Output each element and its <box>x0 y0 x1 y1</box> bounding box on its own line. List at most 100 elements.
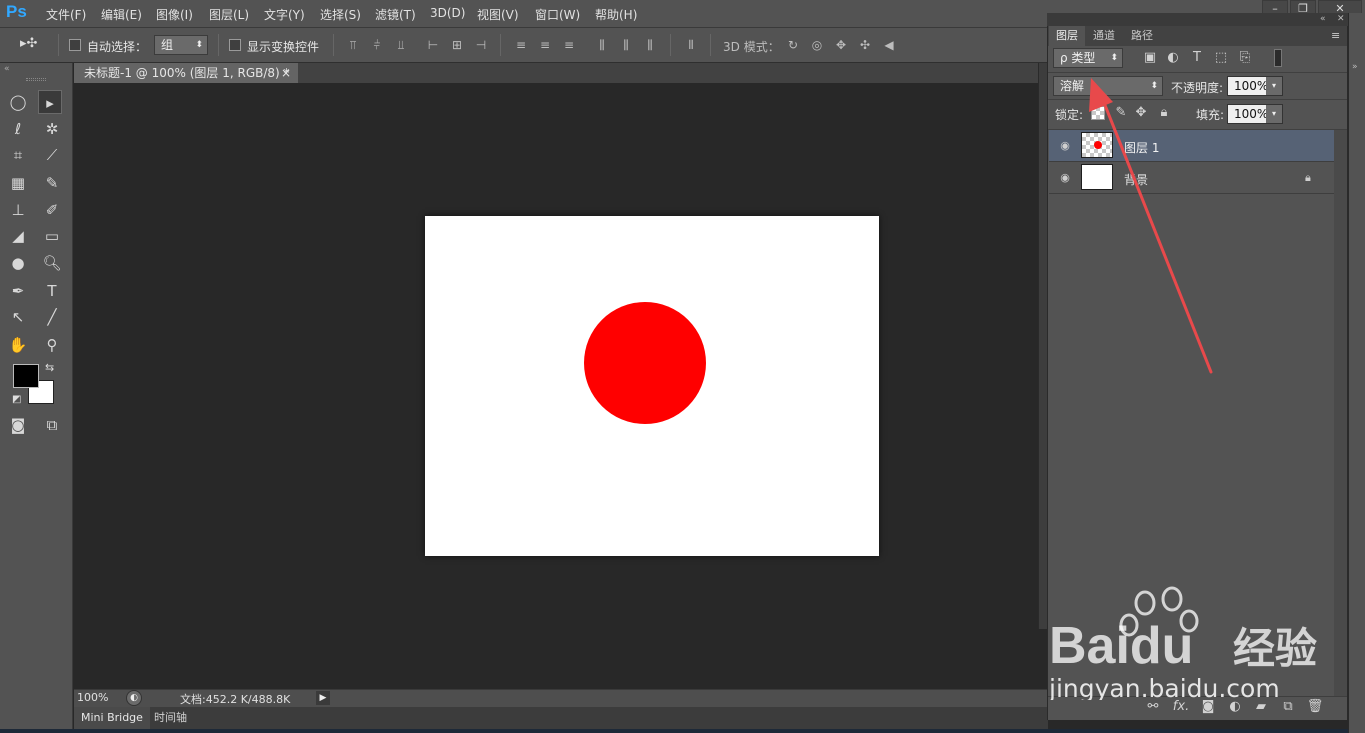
link-icon[interactable]: ⚯ <box>1144 698 1162 716</box>
swap-colors-icon[interactable]: ⇆ <box>45 361 54 374</box>
collapse-chevron-icon[interactable]: « <box>4 64 10 74</box>
filter-kind-dropdown[interactable]: ρ 类型 ⬍ <box>1053 48 1123 68</box>
history-brush-tool-icon[interactable]: ✐ <box>40 198 64 222</box>
distribute-vcenter-icon[interactable]: ≡ <box>537 37 553 53</box>
foreground-color-swatch[interactable] <box>13 364 39 388</box>
divider <box>710 34 711 56</box>
brush-tool-icon[interactable]: ✎ <box>40 171 64 195</box>
align-bottom-icon[interactable]: ⫫ <box>393 37 409 53</box>
new-layer-icon[interactable]: ⧉ <box>1279 698 1297 716</box>
fx-icon[interactable]: fx. <box>1172 698 1190 716</box>
visibility-eye-icon[interactable]: ◉ <box>1058 140 1072 151</box>
align-left-icon[interactable]: ⊢ <box>425 37 441 53</box>
auto-align-icon[interactable]: ⫴ <box>683 37 699 53</box>
filter-smart-object-icon[interactable]: ⎘ <box>1236 49 1254 67</box>
eraser-tool-icon[interactable]: ◢ <box>6 224 30 248</box>
distribute-hcenter-icon[interactable]: ⫼ <box>618 37 634 53</box>
blur-tool-icon[interactable]: ● <box>6 251 30 275</box>
3d-roll-icon[interactable]: ◎ <box>809 37 825 53</box>
panel-header[interactable] <box>1047 13 1348 26</box>
auto-select-target-dropdown[interactable]: 组 ⬍ <box>154 35 208 55</box>
3d-drag-icon[interactable]: ✥ <box>833 37 849 53</box>
gradient-tool-icon[interactable]: ▭ <box>40 224 64 248</box>
menu-window[interactable]: 窗口(W) <box>535 6 580 23</box>
zoom-level[interactable]: 100% <box>77 691 108 704</box>
trash-icon[interactable]: 🗑︎ <box>1306 698 1324 716</box>
healing-brush-tool-icon[interactable]: ▦ <box>6 171 30 195</box>
adjustment-icon[interactable]: ◐ <box>1226 698 1244 716</box>
panel-collapse-icon[interactable]: « <box>1320 14 1326 24</box>
panel-menu-icon[interactable]: ≡ <box>1331 29 1340 42</box>
fill-value: 100% <box>1234 107 1269 121</box>
status-info-icon[interactable]: ◐ <box>126 690 142 706</box>
elliptical-marquee-tool-icon[interactable]: ◯ <box>6 90 30 114</box>
3d-rotate-icon[interactable]: ↻ <box>785 37 801 53</box>
tab-timeline[interactable]: 时间轴 <box>147 707 194 729</box>
dock-expand-icon[interactable]: » <box>1352 62 1358 72</box>
distribute-bottom-icon[interactable]: ≡ <box>561 37 577 53</box>
distribute-left-icon[interactable]: ⫼ <box>594 37 610 53</box>
zoom-tool-icon[interactable]: ⚲ <box>40 333 64 357</box>
menu-filter[interactable]: 滤镜(T) <box>375 6 416 23</box>
align-vcenter-icon[interactable]: ⫩ <box>369 37 385 53</box>
align-top-icon[interactable]: ⫪ <box>345 37 361 53</box>
updown-arrows-icon: ⬍ <box>1110 53 1118 63</box>
menu-3d[interactable]: 3D(D) <box>430 6 465 20</box>
tab-mini-bridge[interactable]: Mini Bridge <box>74 707 150 729</box>
pen-tool-icon[interactable]: ✒ <box>6 279 30 303</box>
dodge-tool-icon[interactable]: 🔍︎ <box>40 251 64 275</box>
show-transform-checkbox[interactable] <box>229 39 241 51</box>
move-tool-icon[interactable]: ▸ <box>38 90 62 114</box>
auto-select-target-value: 组 <box>161 38 174 52</box>
quick-mask-icon[interactable]: ◙ <box>6 413 30 437</box>
menu-view[interactable]: 视图(V) <box>477 6 519 23</box>
align-hcenter-icon[interactable]: ⊞ <box>449 37 465 53</box>
divider <box>333 34 334 56</box>
path-selection-tool-icon[interactable]: ↖ <box>6 305 30 329</box>
menu-edit[interactable]: 编辑(E) <box>101 6 142 23</box>
menu-layer[interactable]: 图层(L) <box>209 6 249 23</box>
filter-adjustment-icon[interactable]: ◐ <box>1164 49 1182 67</box>
menu-help[interactable]: 帮助(H) <box>595 6 637 23</box>
tab-paths[interactable]: 路径 <box>1124 26 1160 46</box>
visibility-eye-icon[interactable]: ◉ <box>1058 172 1072 183</box>
menu-image[interactable]: 图像(I) <box>156 6 193 23</box>
lasso-tool-icon[interactable]: ℓ <box>6 117 30 141</box>
distribute-right-icon[interactable]: ⫼ <box>642 37 658 53</box>
folder-icon[interactable]: ▰ <box>1252 698 1270 716</box>
eyedropper-tool-icon[interactable]: ⟋ <box>40 143 64 167</box>
filter-pixel-icon[interactable]: ▣ <box>1141 49 1159 67</box>
screen-mode-icon[interactable]: ⧉ <box>40 413 64 437</box>
default-colors-icon[interactable]: ◩ <box>12 394 21 405</box>
panel-close-icon[interactable]: ✕ <box>1337 14 1345 24</box>
divider <box>58 34 59 56</box>
hand-tool-icon[interactable]: ✋ <box>6 333 30 357</box>
line-tool-icon[interactable]: ╱ <box>40 305 64 329</box>
fill-input[interactable]: 100% ▾ <box>1227 104 1283 124</box>
filter-shape-icon[interactable]: ⬚ <box>1212 49 1230 67</box>
tab-channels[interactable]: 通道 <box>1086 26 1122 46</box>
clone-stamp-tool-icon[interactable]: ⊥ <box>6 198 30 222</box>
close-tab-icon[interactable]: × <box>281 63 291 83</box>
opacity-input[interactable]: 100% ▾ <box>1227 76 1283 96</box>
tab-layers[interactable]: 图层 <box>1049 26 1085 46</box>
mask-icon[interactable]: ◙ <box>1199 698 1217 716</box>
status-menu-arrow-icon[interactable]: ▶ <box>316 691 330 705</box>
filter-toggle-switch[interactable] <box>1274 49 1282 67</box>
document-tab[interactable]: 未标题-1 @ 100% (图层 1, RGB/8) * × <box>74 63 298 83</box>
move-tool-preset-icon[interactable]: ▸✣ <box>20 36 48 54</box>
3d-slide-icon[interactable]: ✣ <box>857 37 873 53</box>
menu-select[interactable]: 选择(S) <box>320 6 361 23</box>
crop-tool-icon[interactable]: ⌗ <box>6 143 30 167</box>
type-tool-icon[interactable]: T <box>40 279 64 303</box>
menu-type[interactable]: 文字(Y) <box>264 6 305 23</box>
magic-wand-tool-icon[interactable]: ✲ <box>40 117 64 141</box>
align-right-icon[interactable]: ⊣ <box>473 37 489 53</box>
distribute-top-icon[interactable]: ≡ <box>513 37 529 53</box>
menu-file[interactable]: 文件(F) <box>46 6 86 23</box>
updown-arrows-icon: ⬍ <box>195 40 203 50</box>
auto-select-checkbox[interactable] <box>69 39 81 51</box>
3d-scale-icon[interactable]: ◀ <box>881 37 897 53</box>
filter-type-icon[interactable]: T <box>1188 49 1206 67</box>
toolbar-grip[interactable] <box>26 78 46 81</box>
